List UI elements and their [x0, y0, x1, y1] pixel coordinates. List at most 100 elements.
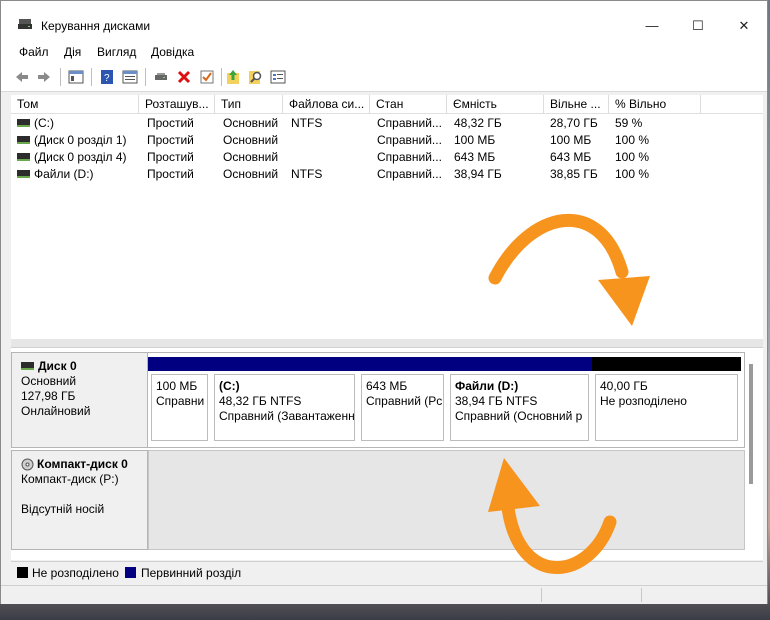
volume-filesystem [285, 149, 370, 166]
disk-type: Основний [21, 374, 77, 388]
minimize-button[interactable]: — [629, 11, 675, 41]
column-header-status[interactable]: Стан [370, 95, 447, 113]
volume-percent-free: 59 % [615, 116, 643, 130]
back-icon[interactable] [14, 69, 30, 85]
volume-layout: Простий [147, 167, 194, 181]
volume-filesystem: NTFS [291, 167, 323, 181]
volume-name-cell: (Диск 0 розділ 4) [11, 149, 139, 166]
menu-bar: Файл Дія Вигляд Довідка [1, 41, 767, 63]
partition-body: 100 МБ Справни [151, 374, 208, 441]
disk-size: 127,98 ГБ [21, 389, 76, 403]
partition-c[interactable]: (C:) 48,32 ГБ NTFS Справний (Завантаженн [211, 357, 358, 445]
volume-filesystem: NTFS [291, 116, 323, 130]
status-separator [541, 588, 542, 602]
volume-row[interactable]: (Диск 0 розділ 4) Простий Основний Справ… [11, 149, 763, 166]
partition-system[interactable]: 100 МБ Справни [148, 357, 211, 445]
close-button[interactable]: ✕ [721, 11, 767, 41]
column-header-free-space[interactable]: Вільне ... [544, 95, 609, 113]
search-icon[interactable] [247, 69, 263, 85]
volume-layout: Простий [147, 116, 194, 130]
toolbar-separator [60, 68, 61, 86]
volume-type: Основний [223, 167, 279, 181]
volume-filesystem [285, 132, 370, 149]
column-header-percent-free[interactable]: % Вільно [609, 95, 701, 113]
check-icon[interactable] [199, 69, 215, 85]
partition-body: 40,00 ГБ Не розподілено [595, 374, 738, 441]
menu-action[interactable]: Дія [64, 45, 81, 59]
volume-row[interactable]: Файли (D:) Простий Основний NTFS Справни… [11, 166, 763, 183]
volume-capacity: 38,94 ГБ [454, 167, 502, 181]
disk-map-scrollbar[interactable] [749, 364, 753, 484]
menu-view[interactable]: Вигляд [97, 45, 136, 59]
volume-capacity: 643 МБ [454, 150, 496, 164]
volume-percent-free: 100 % [615, 150, 650, 164]
partition-status: Справний (Рс [366, 394, 443, 408]
volume-row[interactable]: (Диск 0 розділ 1) Простий Основний Справ… [11, 132, 763, 149]
partition-size: 48,32 ГБ NTFS [219, 394, 302, 408]
column-header-filesystem[interactable]: Файлова си... [283, 95, 370, 113]
annotation-arrow-bottom [488, 458, 617, 574]
svg-text:?: ? [104, 73, 110, 84]
forward-icon[interactable] [36, 69, 52, 85]
delete-icon[interactable] [176, 69, 192, 85]
volume-capacity: 100 МБ [454, 133, 496, 147]
cdrom-0-area[interactable] [148, 450, 745, 550]
volume-name-cell: (Диск 0 розділ 1) [11, 132, 139, 149]
column-header-type[interactable]: Тип [215, 95, 283, 113]
partition-title: (C:) [219, 379, 240, 393]
cdrom-0-info[interactable]: Компакт-диск 0 Компакт-диск (P:) Відсутн… [11, 450, 148, 550]
partition-unallocated[interactable]: 40,00 ГБ Не розподілено [592, 357, 741, 445]
disk-status: Онлайновий [21, 404, 91, 418]
cdrom-name: Компакт-диск 0 [37, 457, 128, 471]
help-icon[interactable]: ? [99, 69, 115, 85]
cdrom-status: Відсутній носій [21, 502, 105, 516]
column-header-capacity[interactable]: Ємність [447, 95, 544, 113]
volume-name-cell: Файли (D:) [11, 166, 139, 183]
legend-swatch-primary [125, 567, 136, 578]
volume-layout: Простий [147, 133, 194, 147]
column-header-volume[interactable]: Том [11, 95, 139, 113]
import-icon[interactable] [225, 69, 241, 85]
partition-recovery[interactable]: 643 МБ Справний (Рс [358, 357, 447, 445]
disk-0-partitions: 100 МБ Справни (C:) 48,32 ГБ NTFS Справн… [148, 352, 745, 448]
drive-icon [17, 135, 30, 144]
drive-icon [17, 169, 30, 178]
partition-type-bar [211, 357, 358, 371]
maximize-button[interactable]: ☐ [675, 11, 721, 41]
pane-splitter[interactable] [11, 339, 763, 347]
partition-size: 100 МБ [156, 379, 198, 393]
drive-icon [17, 118, 30, 127]
toolbar-separator [145, 68, 146, 86]
partition-title: Файли (D:) [455, 379, 519, 393]
partition-body: (C:) 48,32 ГБ NTFS Справний (Завантаженн [214, 374, 355, 441]
partition-type-bar [592, 357, 741, 371]
volume-percent-free: 100 % [615, 133, 650, 147]
partition-status: Справний (Завантаженн [219, 409, 355, 423]
menu-help[interactable]: Довідка [151, 45, 194, 59]
volume-row[interactable]: (C:) Простий Основний NTFS Справний... 4… [11, 115, 763, 132]
partition-size: 38,94 ГБ NTFS [455, 394, 538, 408]
partition-status: Справни [156, 394, 205, 408]
partition-type-bar [148, 357, 211, 371]
console-tree-icon[interactable] [68, 69, 84, 85]
partition-size: 40,00 ГБ [600, 379, 648, 393]
toolbar: ? [1, 63, 767, 92]
partition-status: Не розподілено [600, 394, 687, 408]
annotation-arrow-top [488, 214, 650, 326]
connect-drive-icon[interactable] [153, 69, 169, 85]
partition-type-bar [358, 357, 447, 371]
volume-status: Справний... [377, 133, 442, 147]
status-bar [1, 585, 767, 604]
disk-icon [21, 361, 34, 370]
properties-icon[interactable] [122, 69, 138, 85]
disk-0-info[interactable]: Диск 0 Основний 127,98 ГБ Онлайновий [11, 352, 148, 448]
settings-icon[interactable] [270, 69, 286, 85]
column-header-layout[interactable]: Розташув... [139, 95, 215, 113]
volume-free: 38,85 ГБ [550, 167, 598, 181]
menu-file[interactable]: Файл [19, 45, 49, 59]
partition-d[interactable]: Файли (D:) 38,94 ГБ NTFS Справний (Основ… [447, 357, 592, 445]
partition-status: Справний (Основний р [455, 409, 583, 423]
volume-type: Основний [223, 133, 279, 147]
volume-name: (Диск 0 розділ 4) [34, 150, 127, 164]
disk-map: Диск 0 Основний 127,98 ГБ Онлайновий 100… [11, 347, 763, 560]
